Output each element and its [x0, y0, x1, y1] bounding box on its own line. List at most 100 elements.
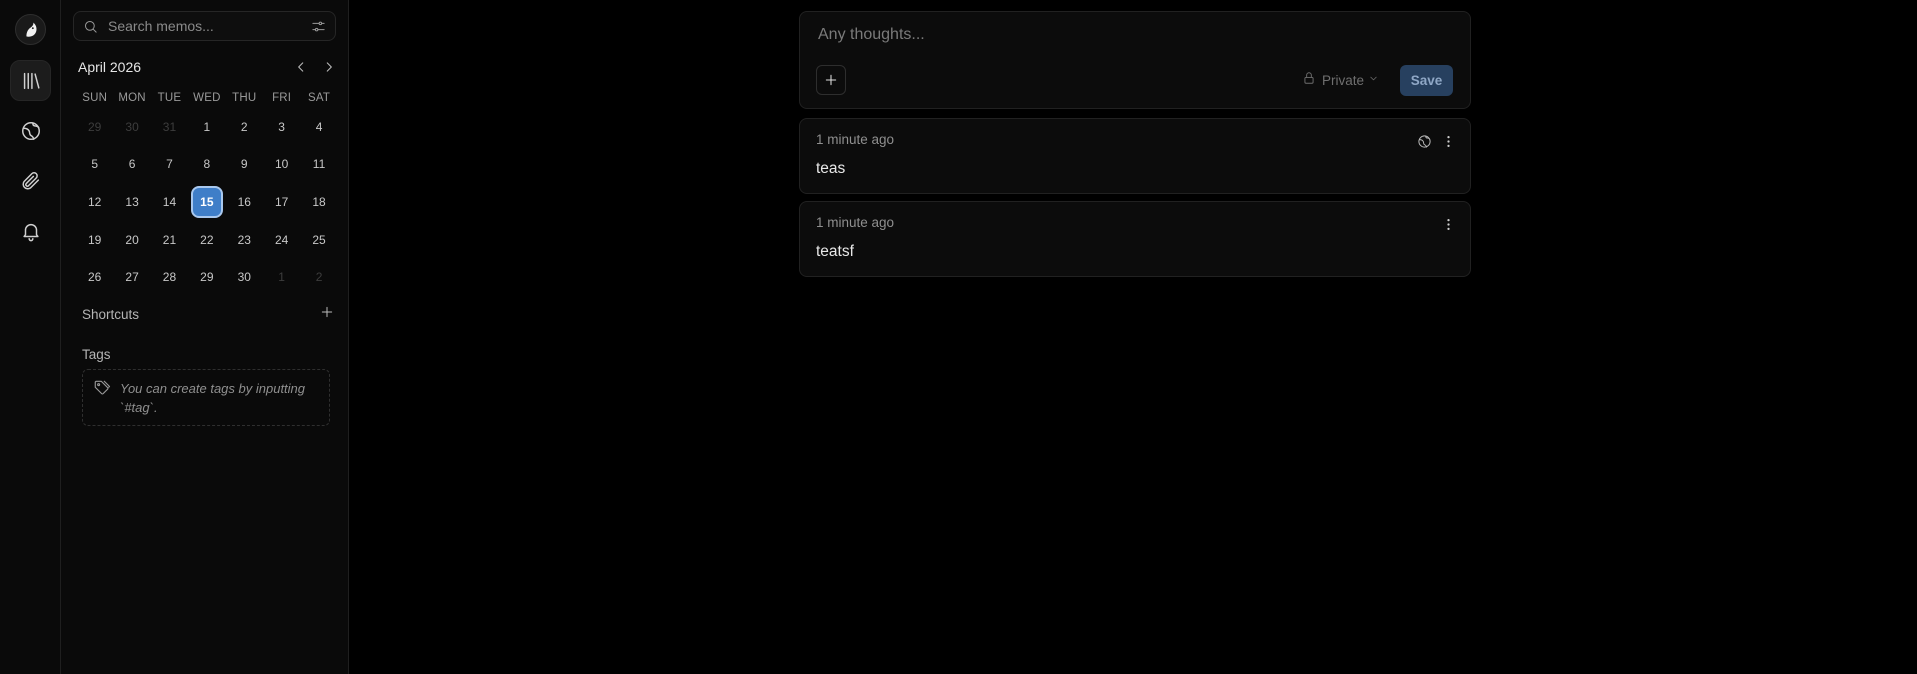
shortcuts-section: Shortcuts	[82, 304, 334, 324]
calendar-day[interactable]: 7	[151, 146, 188, 184]
calendar-day[interactable]: 10	[263, 146, 300, 184]
visibility-label: Private	[1322, 72, 1365, 88]
calendar-day[interactable]: 18	[300, 183, 337, 221]
calendar-day[interactable]: 19	[76, 221, 113, 259]
calendar-day-today[interactable]: 15	[188, 183, 225, 221]
memo-visibility-button[interactable]	[1414, 131, 1434, 151]
calendar-day-label: 8	[203, 157, 211, 172]
calendar-day[interactable]: 5	[76, 146, 113, 184]
calendar-day[interactable]: 8	[188, 146, 225, 184]
calendar-day-label: 24	[274, 232, 289, 247]
memo-more-button[interactable]	[1438, 131, 1458, 151]
visibility-selector[interactable]: Private	[1302, 70, 1379, 90]
calendar-weekday: TUE	[157, 92, 182, 104]
calendar-day[interactable]: 24	[263, 221, 300, 259]
tags-hint-text: You can create tags by inputting `#tag`.	[120, 381, 306, 415]
calendar-day[interactable]: 28	[151, 258, 188, 296]
calendar-day-label: 7	[166, 157, 173, 172]
nav-rail	[0, 0, 61, 674]
calendar-day[interactable]: 13	[113, 183, 150, 221]
calendar-day[interactable]: 29	[188, 258, 225, 296]
calendar-day[interactable]: 21	[151, 221, 188, 259]
calendar-day[interactable]: 31	[151, 108, 188, 146]
calendar-day-label: 26	[88, 270, 102, 285]
plus-icon	[825, 74, 837, 86]
calendar-day[interactable]: 14	[151, 183, 188, 221]
calendar-day[interactable]: 20	[113, 221, 150, 259]
calendar-day[interactable]: 26	[76, 258, 113, 296]
more-vertical-icon	[1446, 218, 1450, 230]
memo-more-button[interactable]	[1438, 214, 1458, 234]
calendar-day-label: 12	[88, 194, 102, 209]
calendar-day[interactable]: 17	[263, 183, 300, 221]
save-button[interactable]: Save	[1400, 65, 1453, 96]
nav-attachments-button[interactable]	[10, 160, 51, 201]
calendar-day[interactable]: 30	[226, 258, 263, 296]
calendar-day[interactable]: 6	[113, 146, 150, 184]
calendar-day[interactable]: 2	[226, 108, 263, 146]
calendar-day-label: 10	[274, 157, 289, 172]
calendar-day[interactable]: 9	[226, 146, 263, 184]
globe-icon	[1417, 134, 1431, 148]
calendar-day-label: 20	[125, 232, 139, 247]
calendar-day-label: 30	[125, 119, 139, 134]
memo-input[interactable]	[816, 24, 1436, 50]
calendar-day-label: 13	[125, 194, 139, 209]
sidebar: April 2026 SUNMONTUEWEDTHUFRISAT29303112…	[61, 0, 349, 674]
calendar-day-label: 3	[278, 119, 285, 134]
calendar-day-label: 4	[315, 119, 323, 134]
calendar-day[interactable]: 11	[300, 146, 337, 184]
calendar-day-label: 27	[125, 270, 139, 285]
memo-actions	[1434, 214, 1458, 234]
tags-icon	[93, 379, 111, 416]
memo-timestamp: 1 minute ago	[816, 132, 895, 147]
chevron-down-icon	[1368, 71, 1379, 89]
calendar-day-label: 19	[88, 232, 102, 247]
calendar-day[interactable]: 2	[300, 258, 337, 296]
calendar-day[interactable]: 4	[300, 108, 337, 146]
add-shortcut-button[interactable]	[320, 305, 334, 324]
calendar-weekday: MON	[118, 92, 146, 104]
calendar-weekday: WED	[193, 92, 221, 104]
nav-inbox-button[interactable]	[10, 210, 51, 251]
calendar-day-label: 16	[237, 194, 251, 209]
memo-timestamp: 1 minute ago	[816, 215, 895, 230]
calendar-next-button[interactable]	[318, 56, 340, 78]
calendar-day-label: 6	[128, 157, 136, 172]
calendar-day[interactable]: 12	[76, 183, 113, 221]
plus-icon	[321, 306, 333, 317]
chevron-right-icon	[326, 62, 332, 72]
calendar-day[interactable]: 1	[188, 108, 225, 146]
search-input[interactable]	[106, 17, 311, 35]
calendar-day[interactable]: 1	[263, 258, 300, 296]
add-attachment-button[interactable]	[816, 65, 846, 95]
tags-empty-hint: You can create tags by inputting `#tag`.	[82, 369, 330, 426]
calendar-day-label: 15	[190, 185, 223, 218]
memo-card: 1 minute ago teas	[799, 118, 1471, 194]
calendar-day-label: 22	[200, 232, 214, 247]
nav-explore-button[interactable]	[10, 110, 51, 151]
calendar-day-label: 29	[200, 270, 214, 285]
calendar-day[interactable]: 29	[76, 108, 113, 146]
calendar-day[interactable]: 30	[113, 108, 150, 146]
calendar-day[interactable]: 23	[226, 221, 263, 259]
calendar-day[interactable]: 3	[263, 108, 300, 146]
app-logo[interactable]	[15, 14, 46, 45]
memo-editor: Private Save	[799, 11, 1471, 109]
calendar-day-label: 28	[162, 270, 177, 285]
calendar-day[interactable]: 16	[226, 183, 263, 221]
search-box	[73, 11, 336, 41]
calendar-day-label: 30	[237, 270, 251, 285]
calendar-prev-button[interactable]	[290, 56, 312, 78]
globe-icon	[21, 121, 40, 140]
tags-section: Tags	[82, 344, 334, 364]
memo-content: teas	[816, 160, 846, 177]
nav-home-button[interactable]	[10, 60, 51, 101]
chevron-left-icon	[298, 62, 304, 72]
calendar-day[interactable]: 22	[188, 221, 225, 259]
memo-content: teatsf	[816, 243, 854, 260]
filter-settings-icon[interactable]	[311, 19, 326, 34]
memo-card: 1 minute ago teatsf	[799, 201, 1471, 277]
calendar-day[interactable]: 25	[300, 221, 337, 259]
calendar-day[interactable]: 27	[113, 258, 150, 296]
